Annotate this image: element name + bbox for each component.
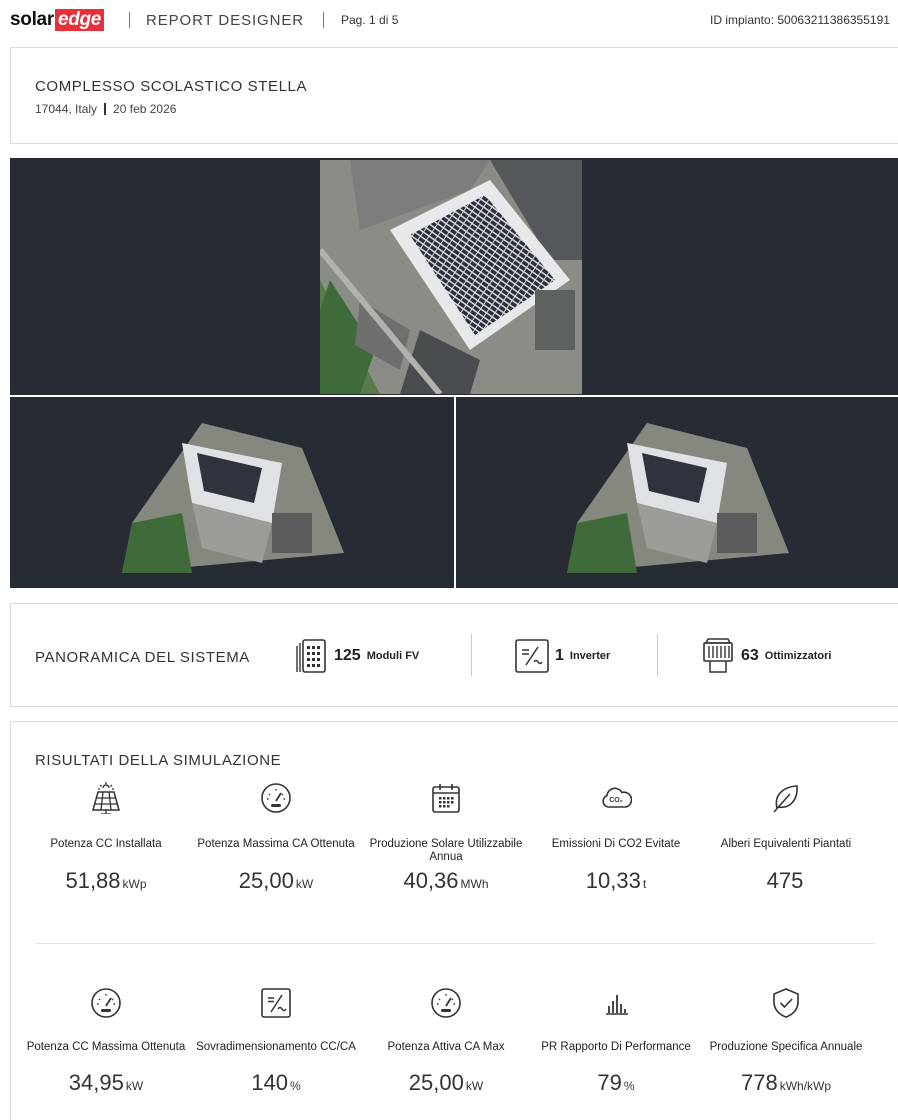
project-location: 17044, Italy	[35, 102, 98, 116]
app-title: REPORT DESIGNER	[146, 12, 304, 29]
header-separator	[323, 12, 324, 28]
system-overview-card: PANORAMICA DEL SISTEMA 125 Moduli FV 1 I…	[10, 603, 898, 707]
dc-ac-ratio-icon	[261, 988, 291, 1018]
aerial-top-view	[320, 160, 582, 394]
solar-panel-icon	[92, 782, 120, 814]
image-divider	[454, 397, 456, 588]
solaredge-logo: solar edge	[10, 9, 105, 31]
metric-performance-ratio: PR Rapporto Di Performance 79%	[536, 987, 696, 1095]
perspective-view-right	[567, 423, 789, 573]
overview-item-inverter: 1 Inverter	[514, 636, 610, 676]
metric-value: 25,00 kW	[238, 868, 314, 893]
metric-co2-avoided: CO₂ Emissioni Di CO2 Evitate 10,33 t	[536, 782, 696, 893]
metric-label: Emissioni Di CO2 Evitate	[551, 838, 681, 850]
results-title: RISULTATI DELLA SIMULAZIONE	[35, 752, 282, 769]
simulation-results-card: RISULTATI DELLA SIMULAZIONE Potenza CC I…	[10, 721, 898, 1120]
perspective-view-left	[122, 423, 344, 573]
metric-dc-power-installed: Potenza CC Installata 51,88 kWp	[26, 782, 186, 893]
overview-separator	[471, 634, 472, 676]
svg-text:CO₂: CO₂	[609, 797, 623, 804]
project-name: COMPLESSO SCOLASTICO STELLA	[35, 78, 308, 95]
meta-separator	[104, 103, 107, 115]
metric-specific-yield: Produzione Specifica Annuale 778 kWh/kWp	[706, 987, 866, 1095]
metric-annual-solar-production: Produzione Solare Utilizzabile Annua 40,…	[366, 782, 526, 893]
co2-cloud-icon: CO₂	[602, 787, 632, 808]
bar-chart-icon	[606, 995, 628, 1015]
project-card: COMPLESSO SCOLASTICO STELLA 17044, Italy…	[10, 47, 898, 144]
gauge-icon	[91, 988, 121, 1018]
metric-value: 25,00 kW	[408, 1070, 484, 1095]
modules-label: Moduli FV	[366, 650, 420, 662]
modules-count: 125	[334, 647, 361, 664]
overview-title: PANORAMICA DEL SISTEMA	[35, 649, 250, 666]
optimizers-count: 63	[741, 647, 759, 664]
metric-label: Alberi Equivalenti Piantati	[720, 838, 852, 850]
metric-value: 778 kWh/kWp	[740, 1070, 832, 1095]
inverter-count: 1	[555, 647, 564, 664]
metric-label: Potenza Massima CA Ottenuta	[197, 838, 355, 850]
metric-value: 10,33 t	[585, 868, 647, 893]
top-view-image	[10, 158, 898, 395]
overview-separator	[657, 634, 658, 676]
metric-value: 140%	[251, 1070, 301, 1095]
metric-value: 51,88 kWp	[65, 868, 147, 893]
inverter-label: Inverter	[569, 650, 611, 662]
metric-value: 40,36 MWh	[403, 868, 489, 893]
metric-value: 34,95 kW	[68, 1070, 144, 1095]
metric-label: Potenza CC Massima Ottenuta	[26, 1041, 186, 1053]
metric-label: Sovradimensionamento CC/CA	[196, 1041, 356, 1053]
calendar-icon	[432, 784, 460, 813]
metric-trees-planted: Alberi Equivalenti Piantati 475	[706, 782, 866, 893]
project-meta: 17044, Italy 20 feb 2026	[35, 102, 176, 116]
site-images	[10, 158, 898, 588]
inverter-icon	[515, 639, 549, 673]
gauge-icon	[261, 783, 291, 813]
top-bar: solar edge REPORT DESIGNER Pag. 1 di 5 ID…	[0, 0, 898, 42]
overview-item-modules: 125 Moduli FV	[295, 636, 419, 676]
metric-dc-ac-oversizing: Sovradimensionamento CC/CA 140%	[196, 987, 356, 1095]
metric-label: Produzione Specifica Annuale	[709, 1041, 863, 1053]
metric-label: Potenza CC Installata	[50, 838, 162, 850]
metric-label: Potenza Attiva CA Max	[387, 1041, 505, 1053]
optimizers-label: Ottimizzatori	[764, 650, 832, 662]
shield-check-icon	[773, 988, 799, 1018]
metric-max-ac-power: Potenza Massima CA Ottenuta 25,00 kW	[196, 782, 356, 893]
metric-value: 475	[766, 868, 804, 893]
page-indicator: Pag. 1 di 5	[341, 13, 399, 27]
overview-item-optimizers: 63 Ottimizzatori	[700, 636, 831, 676]
header-separator	[129, 12, 130, 28]
project-date: 20 feb 2026	[113, 102, 177, 116]
pv-module-icon	[296, 639, 326, 673]
optimizer-icon	[703, 638, 733, 673]
metric-value: 79%	[597, 1070, 635, 1095]
results-divider	[35, 943, 875, 944]
metric-label: PR Rapporto Di Performance	[541, 1041, 691, 1053]
leaf-icon	[773, 785, 798, 813]
metric-max-dc-power: Potenza CC Massima Ottenuta 34,95 kW	[26, 987, 186, 1095]
metric-max-ac-active-power: Potenza Attiva CA Max 25,00 kW	[366, 987, 526, 1095]
gauge-icon	[431, 988, 461, 1018]
plant-id: ID impianto: 50063211386355191	[710, 13, 890, 27]
metric-label: Produzione Solare Utilizzabile Annua	[369, 838, 523, 863]
